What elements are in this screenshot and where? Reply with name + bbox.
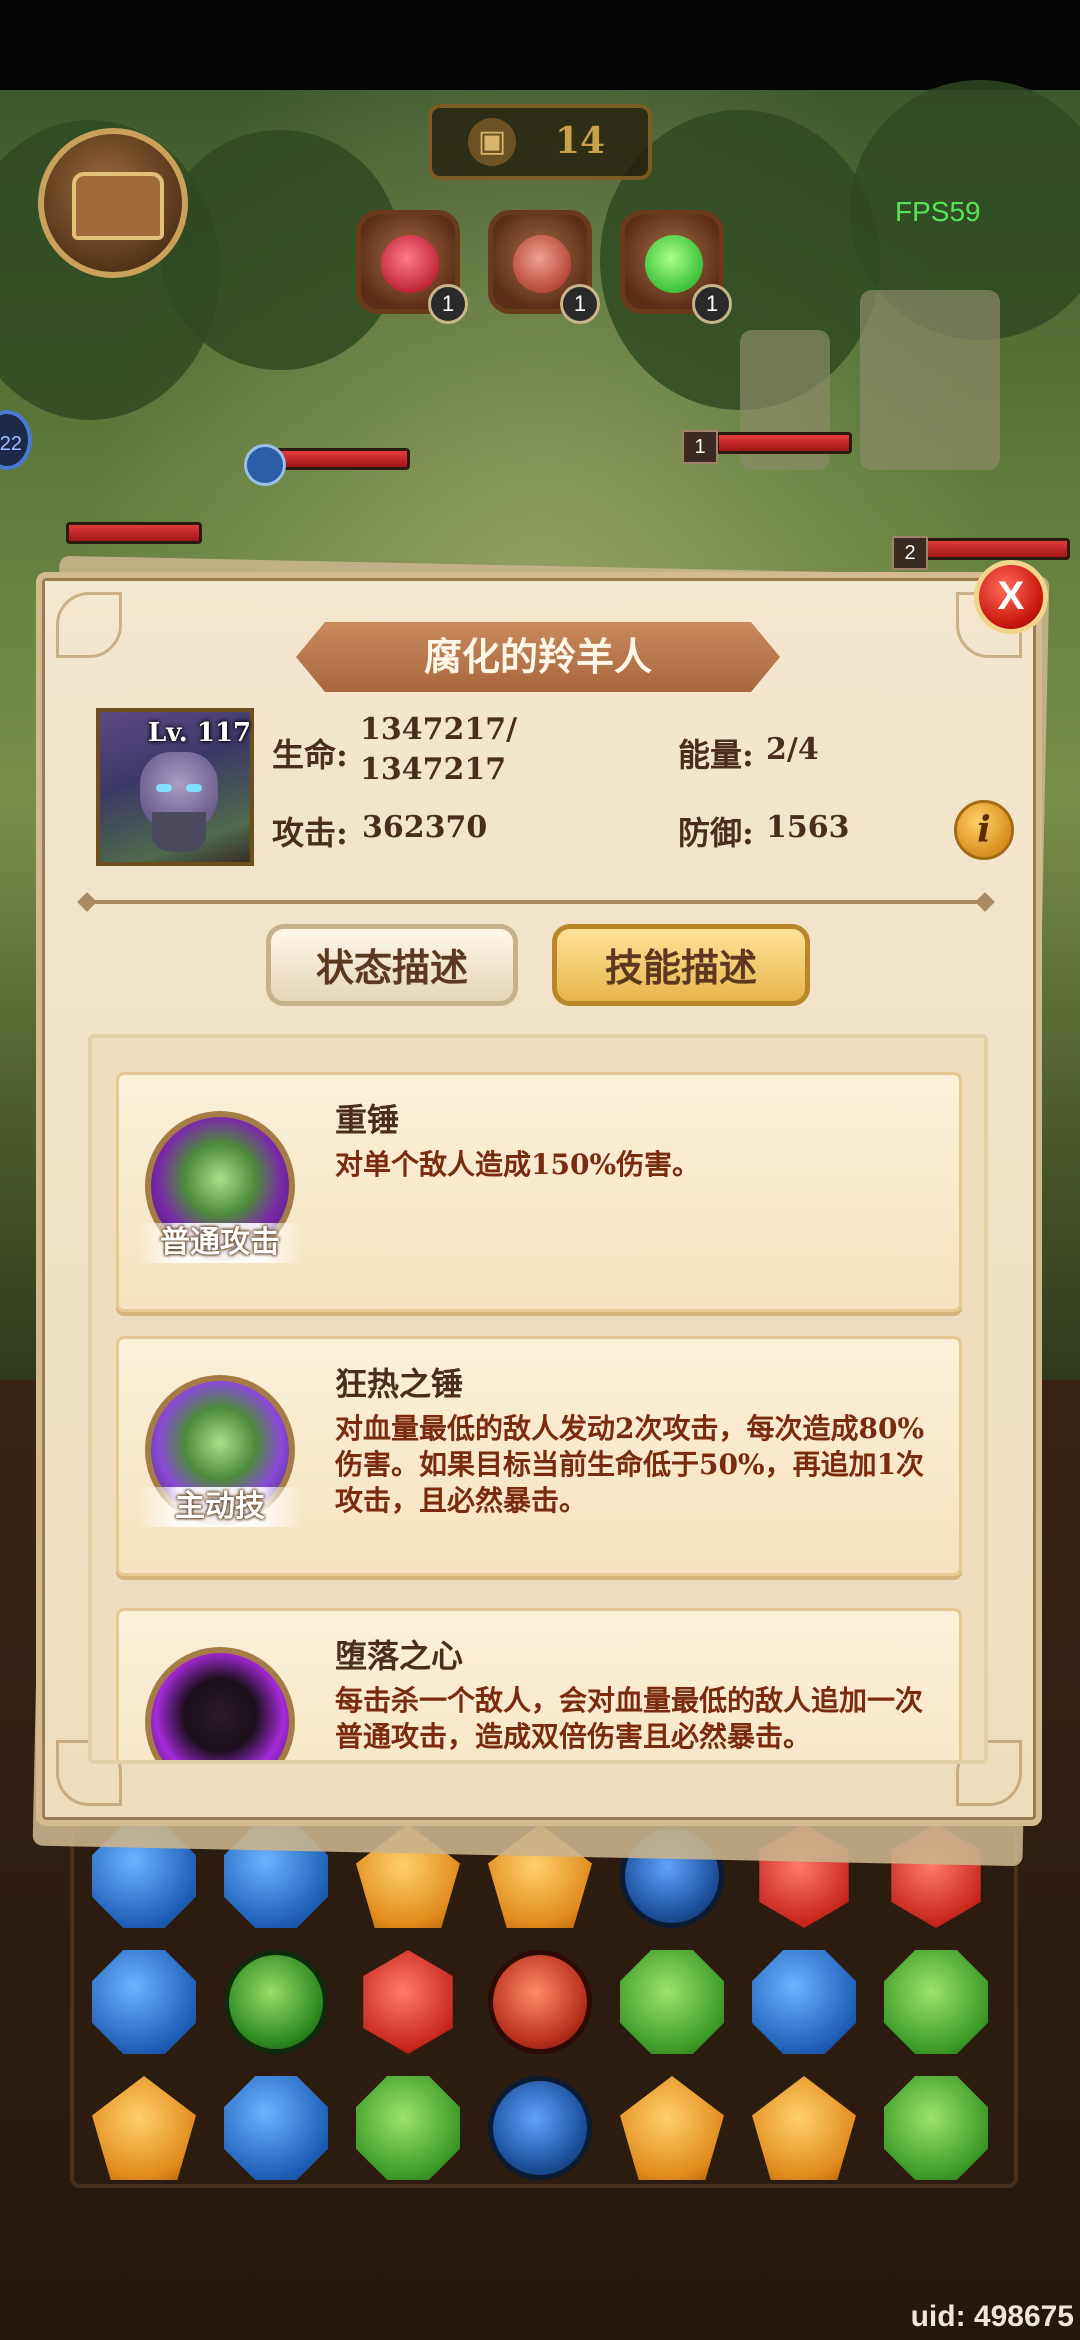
hp-value-line2: 1347217 [360,752,507,787]
skill-description: 对单个敌人造成150%伤害。 [335,1148,701,1181]
skill-description: 每击杀一个敌人，会对血量最低的敌人追加一次普通攻击，造成双倍伤害且必然暴击。 [335,1684,924,1753]
element-icon [244,444,286,486]
attack-value: 362370 [362,810,488,845]
item-count-badge: 1 [428,284,468,324]
tab-status-description[interactable]: 状态描述 [266,924,518,1006]
skill-name: 狂热之锤 [335,1365,464,1403]
treasure-chest-button[interactable] [38,128,188,278]
blue-gem[interactable] [224,2076,328,2180]
skill-card: 堕落之心 每击杀一个敌人，会对血量最低的敌人追加一次普通攻击，造成双倍伤害且必然… [116,1608,962,1760]
fps-counter: FPS59 [895,196,981,227]
skill-list[interactable]: 普通攻击 重锤 对单个敌人造成150%伤害。 主动技 狂热之锤 对血量最低的敌人… [88,1034,988,1764]
item-count-badge: 1 [692,284,732,324]
eye [156,784,172,792]
eye [186,784,202,792]
divider [84,900,990,904]
enemy-level-tag: 1 [682,430,718,464]
monster-level: Lv. 117 [148,718,252,748]
ruin-pillar [860,290,1000,470]
energy-value: 2/4 [766,732,819,767]
gift-count: 14 [555,120,606,162]
skill-type-label: 主动技 [137,1487,303,1527]
defense-value: 1563 [766,810,850,845]
enemy-level-tag: 2 [892,536,928,570]
green-gem[interactable] [884,2076,988,2180]
green-gem[interactable] [356,2076,460,2180]
star-green-gem[interactable] [224,1950,328,2054]
energy-label: 能量: [678,736,754,774]
ornament-corner [56,592,122,658]
red-gem-pouch-icon [381,235,439,293]
star-blue-gem[interactable] [488,2076,592,2180]
defense-label: 防御: [678,814,754,852]
green-potion-icon [645,235,703,293]
beard [152,812,206,852]
chest-icon [72,172,164,240]
gift-counter[interactable] [428,104,652,180]
hp-label: 生命: [272,736,348,774]
hero-hp-bar [66,522,202,544]
info-button[interactable]: i [954,800,1014,860]
user-id: uid: 498675 [910,2300,1074,2333]
close-button[interactable]: X [974,560,1048,634]
tab-skill-description[interactable]: 技能描述 [552,924,810,1006]
hp-value-line1: 1347217/ [360,712,518,747]
enemy-hp-bar [716,432,852,454]
gift-icon: ▣ [468,118,516,166]
monster-name: 腐化的羚羊人 [423,634,652,679]
skill-card: 普通攻击 重锤 对单个敌人造成150%伤害。 [116,1072,962,1312]
fallen-heart-skill-icon [145,1647,295,1760]
skill-card: 主动技 狂热之锤 对血量最低的敌人发动2次攻击，每次造成80%伤害。如果目标当前… [116,1336,962,1576]
skill-type-label: 普通攻击 [137,1223,303,1263]
skill-name: 重锤 [335,1101,400,1139]
meat-icon [513,235,571,293]
enemy-hp-bar [924,538,1070,560]
attack-label: 攻击: [272,814,348,852]
item-count-badge: 1 [560,284,600,324]
enemy-hp-bar [276,448,410,470]
skill-description: 对血量最低的敌人发动2次攻击，每次造成80%伤害。如果目标当前生命低于50%，再… [335,1412,925,1517]
star-red-gem[interactable] [488,1950,592,2054]
skill-name: 堕落之心 [335,1637,464,1675]
status-bar [0,0,1080,90]
